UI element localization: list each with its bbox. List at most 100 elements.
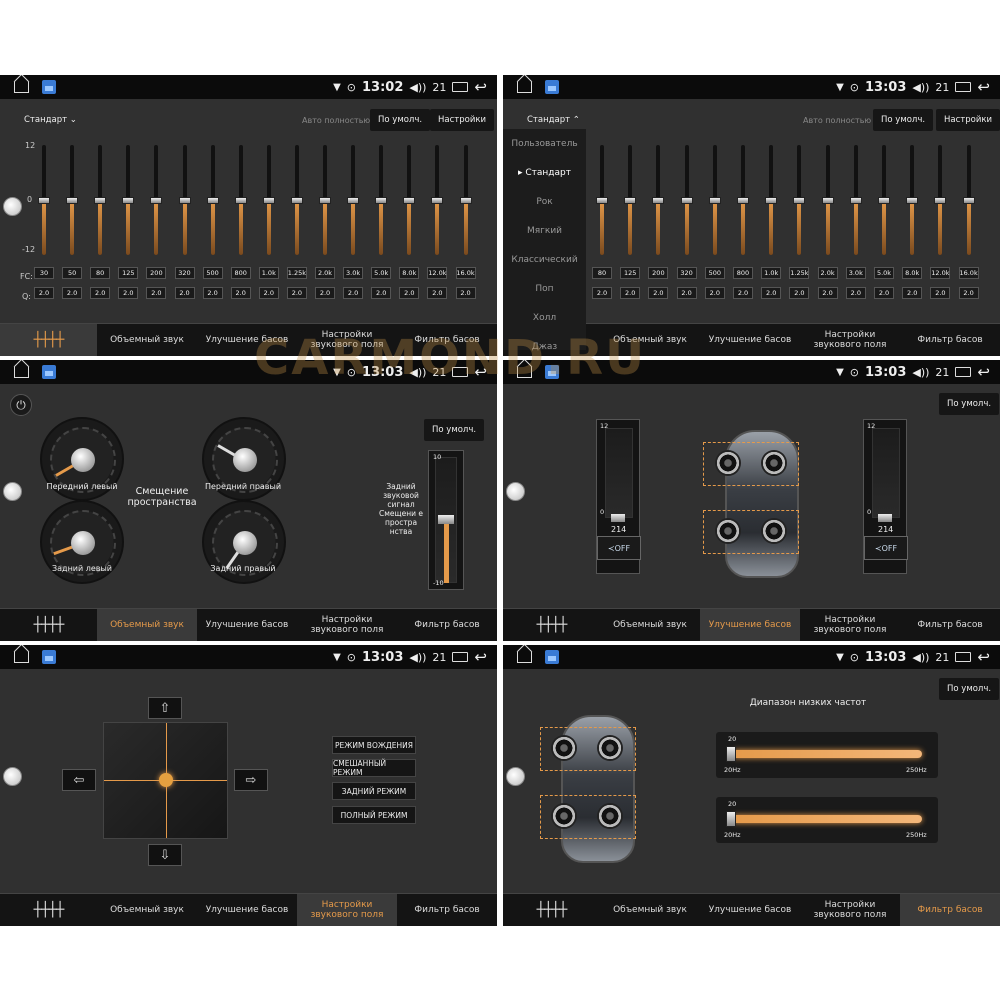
home-icon[interactable] bbox=[14, 367, 29, 378]
preset-option[interactable]: Мягкий bbox=[503, 216, 586, 245]
tab-filter[interactable]: Фильтр басов bbox=[900, 894, 1000, 926]
q-value[interactable]: 2.0 bbox=[427, 287, 448, 299]
preset-option[interactable]: Холл bbox=[503, 303, 586, 332]
tab-filter[interactable]: Фильтр басов bbox=[397, 894, 497, 926]
fc-value[interactable]: 800 bbox=[733, 267, 753, 279]
fc-value[interactable]: 500 bbox=[704, 267, 725, 279]
recent-apps-icon[interactable] bbox=[452, 652, 469, 662]
preset-select[interactable]: Стандарт ⌄ bbox=[24, 115, 77, 125]
arrow-down-icon[interactable]: ⇩ bbox=[148, 844, 182, 866]
rear-lowpass-slider[interactable]: 20 20Hz 250Hz bbox=[716, 797, 938, 843]
fc-value[interactable]: 320 bbox=[676, 267, 697, 279]
slider-thumb[interactable] bbox=[150, 197, 163, 204]
fc-value[interactable]: 200 bbox=[648, 267, 669, 279]
tab-field[interactable]: Настройки звукового поля bbox=[800, 609, 900, 641]
slider-thumb[interactable] bbox=[459, 197, 472, 204]
q-value[interactable]: 2.0 bbox=[817, 287, 838, 299]
eq-band-slider[interactable] bbox=[431, 145, 444, 255]
arrow-up-icon[interactable]: ⇧ bbox=[148, 697, 182, 719]
eq-band-slider[interactable] bbox=[906, 145, 919, 255]
rear-signal-slider[interactable]: 10 -10 bbox=[428, 450, 464, 590]
recent-apps-icon[interactable] bbox=[955, 82, 972, 92]
eq-band-slider[interactable] bbox=[178, 145, 191, 255]
fc-value[interactable]: 2.0k bbox=[817, 267, 838, 279]
fc-value[interactable]: 8.0k bbox=[399, 267, 420, 279]
tab-field[interactable]: Настройки звукового поля bbox=[800, 894, 900, 926]
tab-equalizer[interactable]: ┼┼┼┼ bbox=[0, 609, 97, 641]
q-value[interactable]: 2.0 bbox=[455, 287, 476, 299]
front-bass-slider[interactable]: 12 0 214 ≺ OFF bbox=[596, 419, 641, 574]
slider-thumb[interactable] bbox=[878, 514, 892, 522]
slider-thumb[interactable] bbox=[438, 515, 454, 524]
recent-apps-icon[interactable] bbox=[955, 367, 972, 377]
eq-band-slider[interactable] bbox=[765, 145, 778, 255]
fc-value[interactable]: 3.0k bbox=[343, 267, 364, 279]
side-knob[interactable] bbox=[3, 197, 22, 216]
default-button[interactable]: По умолч. bbox=[424, 419, 485, 441]
slider-thumb[interactable] bbox=[878, 197, 890, 204]
q-value[interactable]: 2.0 bbox=[620, 287, 641, 299]
tab-filter[interactable]: Фильтр басов bbox=[900, 609, 1000, 641]
tab-bass[interactable]: Улучшение басов bbox=[700, 324, 800, 356]
eq-band-slider[interactable] bbox=[680, 145, 693, 255]
slider-thumb[interactable] bbox=[375, 197, 388, 204]
eq-band-slider[interactable] bbox=[403, 145, 416, 255]
slider-thumb[interactable] bbox=[652, 197, 665, 204]
full-mode-button[interactable]: ПОЛНЫЙ РЕЖИМ bbox=[332, 806, 416, 824]
mixed-mode-button[interactable]: СМЕШАННЫЙ РЕЖИМ bbox=[332, 759, 416, 777]
eq-band-slider[interactable] bbox=[878, 145, 890, 255]
q-value[interactable]: 2.0 bbox=[676, 287, 697, 299]
slider-thumb[interactable] bbox=[821, 197, 834, 204]
power-icon[interactable]: ⏻ bbox=[10, 394, 32, 416]
fc-value[interactable]: 80 bbox=[592, 267, 612, 279]
slider-thumb[interactable] bbox=[680, 197, 693, 204]
q-value[interactable]: 2.0 bbox=[230, 287, 251, 299]
app-icon[interactable] bbox=[545, 650, 559, 664]
q-value[interactable]: 2.0 bbox=[62, 287, 83, 299]
slider-thumb[interactable] bbox=[726, 811, 736, 827]
slider-thumb[interactable] bbox=[319, 197, 331, 204]
fc-value[interactable]: 1.25k bbox=[286, 267, 307, 279]
slider-thumb[interactable] bbox=[122, 197, 135, 204]
back-icon[interactable]: ↩ bbox=[474, 648, 487, 666]
q-value[interactable]: 2.0 bbox=[930, 287, 951, 299]
eq-band-slider[interactable] bbox=[122, 145, 135, 255]
fc-value[interactable]: 1.0k bbox=[761, 267, 782, 279]
tab-bass[interactable]: Улучшение басов bbox=[700, 609, 800, 641]
q-value[interactable]: 2.0 bbox=[789, 287, 810, 299]
back-icon[interactable]: ↩ bbox=[977, 363, 990, 381]
q-value[interactable]: 2.0 bbox=[371, 287, 392, 299]
eq-band-slider[interactable] bbox=[66, 145, 79, 255]
back-icon[interactable]: ↩ bbox=[977, 78, 990, 96]
tab-field[interactable]: Настройки звукового поля bbox=[297, 609, 397, 641]
eq-band-slider[interactable] bbox=[708, 145, 721, 255]
slider-thumb[interactable] bbox=[765, 197, 778, 204]
eq-band-slider[interactable] bbox=[347, 145, 360, 255]
fc-value[interactable]: 125 bbox=[118, 267, 139, 279]
eq-band-slider[interactable] bbox=[596, 145, 608, 255]
app-icon[interactable] bbox=[42, 80, 56, 94]
preset-option[interactable]: Рок bbox=[503, 187, 586, 216]
slider-thumb[interactable] bbox=[906, 197, 919, 204]
tab-filter[interactable]: Фильтр басов bbox=[397, 609, 497, 641]
front-lowpass-slider[interactable]: 20 20Hz 250Hz bbox=[716, 732, 938, 778]
tab-filter[interactable]: Фильтр басов bbox=[900, 324, 1000, 356]
slider-thumb[interactable] bbox=[38, 197, 50, 204]
q-value[interactable]: 2.0 bbox=[258, 287, 279, 299]
tab-equalizer[interactable]: ┼┼┼┼ bbox=[503, 609, 600, 641]
eq-band-slider[interactable] bbox=[262, 145, 275, 255]
fc-value[interactable]: 500 bbox=[202, 267, 223, 279]
slider-thumb[interactable] bbox=[793, 197, 806, 204]
q-value[interactable]: 2.0 bbox=[733, 287, 753, 299]
eq-band-slider[interactable] bbox=[319, 145, 331, 255]
default-button[interactable]: По умолч. bbox=[939, 678, 1000, 700]
fc-value[interactable]: 800 bbox=[230, 267, 251, 279]
fc-value[interactable]: 3.0k bbox=[845, 267, 866, 279]
back-icon[interactable]: ↩ bbox=[474, 78, 487, 96]
fc-value[interactable]: 12.0k bbox=[427, 267, 448, 279]
q-value[interactable]: 2.0 bbox=[174, 287, 195, 299]
q-value[interactable]: 2.0 bbox=[902, 287, 923, 299]
tab-equalizer[interactable]: ┼┼┼┼ bbox=[503, 894, 600, 926]
preset-option[interactable]: Поп bbox=[503, 274, 586, 303]
arrow-right-icon[interactable]: ⇨ bbox=[234, 769, 268, 791]
